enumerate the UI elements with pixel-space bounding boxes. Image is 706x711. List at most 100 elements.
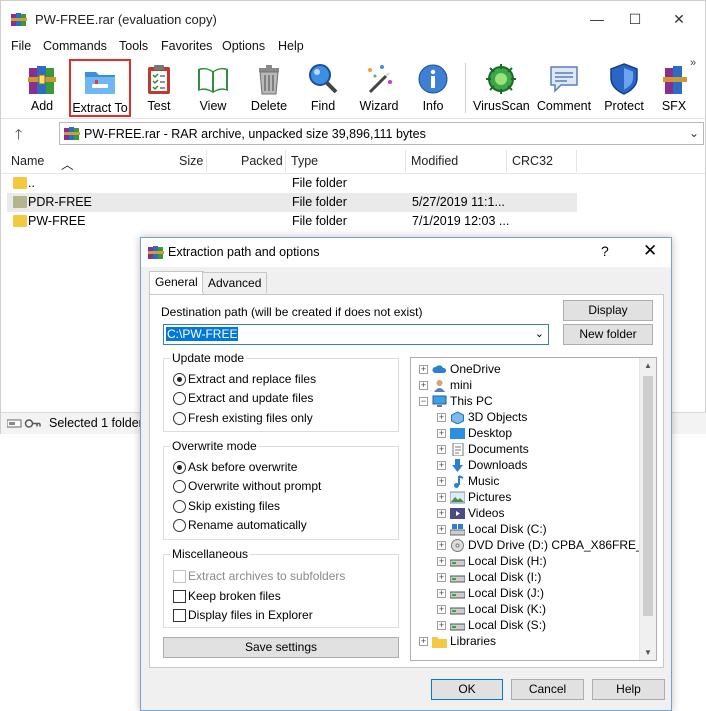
view-button[interactable]: View [191, 59, 235, 117]
expand-icon[interactable]: + [437, 605, 446, 614]
virusscan-button[interactable]: VirusScan [473, 59, 530, 117]
expand-icon[interactable]: + [437, 413, 446, 422]
tree-item-local-disk-h[interactable]: + Local Disk (H:) [437, 554, 656, 570]
chevron-down-icon[interactable]: ⌄ [535, 327, 544, 340]
toolbar-more-chevron-icon[interactable]: » [690, 57, 696, 69]
protect-button[interactable]: Protect [601, 59, 647, 117]
expand-icon[interactable]: + [437, 445, 446, 454]
file-row[interactable]: PW-FREE File folder 7/1/2019 12:03 ... [7, 212, 577, 231]
collapse-icon[interactable]: − [419, 397, 428, 406]
menu-tools[interactable]: Tools [119, 39, 148, 53]
scroll-thumb[interactable] [643, 376, 653, 616]
help-question-button[interactable]: ? [601, 243, 609, 259]
col-modified[interactable]: Modified [411, 154, 458, 168]
col-type[interactable]: Type [291, 154, 318, 168]
tree-item-dvd-drive[interactable]: + DVD Drive (D:) CPBA_X86FRE_ZH- [437, 538, 656, 554]
expand-icon[interactable]: + [437, 589, 446, 598]
menu-file[interactable]: File [11, 39, 31, 53]
tree-item-this-pc[interactable]: − This PC [419, 394, 649, 410]
expand-icon[interactable]: + [437, 557, 446, 566]
add-button[interactable]: Add [19, 59, 65, 117]
menu-options[interactable]: Options [222, 39, 265, 53]
file-row[interactable]: PDR-FREE File folder 5/27/2019 11:1... [7, 193, 577, 212]
expand-icon[interactable]: + [419, 365, 428, 374]
tree-scrollbar[interactable]: ▲ ▼ [639, 358, 656, 660]
ok-button[interactable]: OK [431, 679, 503, 700]
expand-icon[interactable]: + [437, 525, 446, 534]
chevron-down-icon[interactable]: ⌄ [689, 126, 699, 140]
archive-icon [64, 127, 80, 140]
folder-tree[interactable]: + OneDrive + mini − This PC + 3D Objects… [410, 357, 657, 661]
file-row[interactable]: .. File folder [7, 174, 577, 193]
tree-item-desktop[interactable]: + Desktop [437, 426, 656, 442]
expand-icon[interactable]: + [419, 381, 428, 390]
expand-icon[interactable]: + [437, 429, 446, 438]
menu-favorites[interactable]: Favorites [161, 39, 212, 53]
expand-icon[interactable]: + [437, 493, 446, 502]
expand-icon[interactable]: + [437, 573, 446, 582]
tree-item-mini[interactable]: + mini [419, 378, 649, 394]
wizard-button[interactable]: Wizard [357, 59, 401, 117]
file-modified: 5/27/2019 11:1... [412, 195, 505, 209]
menu-help[interactable]: Help [278, 39, 304, 53]
tree-item-local-disk-j[interactable]: + Local Disk (J:) [437, 586, 656, 602]
tree-item-local-disk-s[interactable]: + Local Disk (S:) [437, 618, 656, 634]
sfx-button[interactable]: SFX [657, 59, 691, 117]
expand-icon[interactable]: + [437, 509, 446, 518]
tree-label: Local Disk (S:) [468, 618, 547, 632]
expand-icon[interactable]: + [437, 477, 446, 486]
sfx-label: SFX [661, 99, 687, 113]
menu-commands[interactable]: Commands [43, 39, 107, 53]
tree-item-music[interactable]: + Music [437, 474, 656, 490]
tree-item-local-disk-k[interactable]: + Local Disk (K:) [437, 602, 656, 618]
extract-folder-icon [85, 72, 115, 94]
destination-path-value: C:\PW-FREE [166, 327, 239, 341]
new-folder-button[interactable]: New folder [563, 324, 653, 345]
tab-general[interactable]: General [149, 271, 204, 294]
maximize-button[interactable]: ☐ [613, 5, 657, 33]
col-packed[interactable]: Packed [241, 154, 283, 168]
destination-path-input[interactable]: C:\PW-FREE ⌄ [163, 324, 549, 345]
column-divider [405, 150, 406, 172]
file-name: PDR-FREE [28, 195, 92, 209]
desktop-icon [450, 428, 465, 439]
tab-advanced[interactable]: Advanced [202, 272, 268, 293]
tree-item-local-disk-c[interactable]: + Local Disk (C:) [437, 522, 656, 538]
display-button[interactable]: Display [563, 300, 653, 321]
dialog-close-button[interactable]: ✕ [643, 241, 657, 261]
tree-item-libraries[interactable]: + Libraries [419, 634, 649, 650]
cancel-button[interactable]: Cancel [511, 679, 584, 700]
col-crc32[interactable]: CRC32 [512, 154, 553, 168]
up-arrow-icon[interactable]: 🡑 [15, 124, 22, 148]
test-button[interactable]: Test [139, 59, 179, 117]
expand-icon[interactable]: + [437, 621, 446, 630]
info-button[interactable]: Info [415, 59, 451, 117]
col-name[interactable]: Name [11, 154, 44, 168]
scroll-up-icon[interactable]: ▲ [644, 361, 652, 370]
tree-item-local-disk-i[interactable]: + Local Disk (I:) [437, 570, 656, 586]
expand-icon[interactable]: + [437, 541, 446, 550]
miscellaneous-title: Miscellaneous [170, 547, 251, 561]
save-settings-button[interactable]: Save settings [163, 637, 399, 658]
tree-item-pictures[interactable]: + Pictures [437, 490, 656, 506]
address-combo[interactable]: PW-FREE.rar - RAR archive, unpacked size… [59, 122, 704, 145]
find-button[interactable]: Find [303, 59, 343, 117]
close-button[interactable]: ✕ [657, 5, 701, 33]
col-size[interactable]: Size [179, 154, 203, 168]
tree-item-videos[interactable]: + Videos [437, 506, 656, 522]
delete-button[interactable]: Delete [247, 59, 291, 117]
find-label: Find [310, 99, 336, 113]
overwrite-mode-title: Overwrite mode [170, 439, 259, 453]
tree-label: Music [468, 474, 500, 488]
extract-to-button[interactable]: Extract To [69, 59, 131, 117]
scroll-down-icon[interactable]: ▼ [644, 648, 652, 657]
magnifier-icon [309, 64, 338, 94]
comment-button[interactable]: Comment [535, 59, 593, 117]
tree-item-downloads[interactable]: + Downloads [437, 458, 656, 474]
tree-item-onedrive[interactable]: + OneDrive [419, 362, 649, 378]
tree-item-documents[interactable]: + Documents [437, 442, 656, 458]
help-button[interactable]: Help [592, 679, 665, 700]
tree-item-3d-objects[interactable]: + 3D Objects [437, 410, 656, 426]
expand-icon[interactable]: + [419, 637, 428, 646]
expand-icon[interactable]: + [437, 461, 446, 470]
